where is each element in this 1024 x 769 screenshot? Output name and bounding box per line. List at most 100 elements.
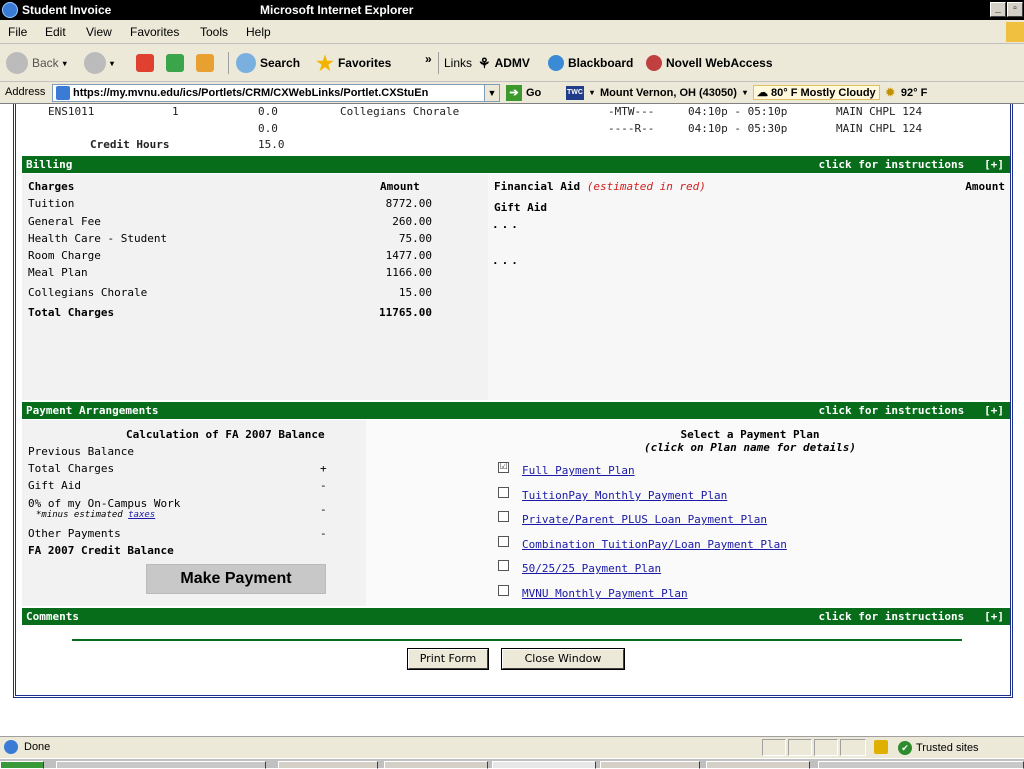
taxes-link[interactable]: taxes [128,510,155,520]
comments-divider [72,639,962,641]
star-icon: ★ [316,52,334,75]
menu-favorites[interactable]: Favorites [130,25,179,39]
charge-name: Meal Plan [28,266,88,279]
link-novell-label: Novell WebAccess [666,56,773,70]
search-button[interactable]: Search [236,52,300,74]
security-zone-label: Trusted sites [916,742,979,754]
menu-file[interactable]: File [8,25,27,39]
status-text: Done [24,741,51,753]
link-admv-label: ADMV [494,56,530,70]
admv-icon: ⚘ [478,54,491,71]
weather-toolbar: TWC ▾ Mount Vernon, OH (43050) ▾ ☁ 80° F… [566,85,927,100]
refresh-button[interactable] [166,52,184,74]
search-icon [236,53,256,73]
charge-name: Health Care - Student [28,232,168,245]
back-button[interactable]: Back ▾ [6,52,67,74]
lock-icon[interactable] [874,740,888,754]
campus-work-sublabel: *minus estimated taxes [36,510,155,520]
home-button[interactable] [196,52,214,74]
security-zone[interactable]: ✔ Trusted sites [898,741,979,755]
restore-button[interactable]: ▫ [1007,2,1023,17]
financial-aid-label: Financial Aid (estimated in red) [494,180,706,193]
refresh-icon [166,54,184,72]
credit-hours-label: Credit Hours [90,138,170,151]
charge-name: Room Charge [28,249,101,262]
charge-amount: 8772.00 [385,197,432,210]
course-days: -MTW--- [608,105,655,118]
credit-hours-value: 15.0 [258,138,285,151]
comments-expand-toggle[interactable]: [+] [984,610,1004,623]
weather-location[interactable]: Mount Vernon, OH (43050) [600,87,737,99]
plan-link[interactable]: Full Payment Plan [522,464,635,477]
plan-link[interactable]: Private/Parent PLUS Loan Payment Plan [522,513,767,526]
address-input[interactable]: https://my.mvnu.edu/ics/Portlets/CRM/CXW… [52,84,496,102]
address-bar: Address https://my.mvnu.edu/ics/Portlets… [0,82,1024,104]
print-form-button[interactable]: Print Form [407,648,489,670]
payment-expand-toggle[interactable]: [+] [984,404,1004,417]
billing-instructions-link[interactable]: click for instructions [+] [819,158,1004,171]
plan-checkbox[interactable] [498,487,509,498]
close-window-button[interactable]: Close Window [501,648,625,670]
page-icon [56,86,70,100]
favorites-label: Favorites [337,56,392,70]
plan-title: Select a Payment Plan [680,428,820,441]
course-days-2: ----R-- [608,122,655,135]
plan-link[interactable]: MVNU Monthly Payment Plan [522,587,688,600]
back-label: Back [32,56,59,70]
total-charges-label: Total Charges [28,306,115,319]
menu-edit[interactable]: Edit [45,25,66,39]
charge-amount: 1166.00 [385,266,432,279]
sun-icon: ✹ [885,87,895,99]
plan-checkbox[interactable] [498,560,509,571]
comments-title: Comments [26,610,79,623]
toolbar-overflow[interactable]: » [425,48,432,70]
address-url: https://my.mvnu.edu/ics/Portlets/CRM/CXW… [73,87,429,99]
payment-header: Payment Arrangements click for instructi… [22,402,1010,419]
link-blackboard-label: Blackboard [568,56,634,70]
menu-help[interactable]: Help [246,25,271,39]
course-title: Collegians Chorale [340,105,460,118]
status-bar: Done ✔ Trusted sites [0,736,1024,758]
window-title: Student Invoice [22,3,112,17]
link-blackboard[interactable]: Blackboard [548,52,633,74]
plan-checkbox[interactable] [498,585,509,596]
billing-expand-toggle[interactable]: [+] [984,158,1004,171]
plan-link[interactable]: Combination TuitionPay/Loan Payment Plan [522,538,787,551]
payment-instructions-link[interactable]: click for instructions [+] [819,404,1004,417]
current-weather[interactable]: ☁ 80° F Mostly Cloudy [752,85,880,100]
financial-aid-title: Financial Aid [494,180,581,193]
forward-button[interactable]: ▾ [84,52,114,74]
payment-title: Payment Arrangements [26,404,159,417]
plan-link[interactable]: TuitionPay Monthly Payment Plan [522,489,727,502]
high-temp[interactable]: 92° F [901,87,927,99]
make-payment-button[interactable]: Make Payment [146,564,326,594]
comments-instructions-label: click for instructions [818,610,965,623]
address-dropdown-icon[interactable]: ▼ [484,84,500,102]
billing-instructions-label: click for instructions [818,158,965,171]
plan-link[interactable]: 50/25/25 Payment Plan [522,562,661,575]
minimize-button[interactable]: _ [990,2,1006,17]
charge-amount: 75.00 [398,232,432,245]
location-dropdown-icon[interactable]: ▾ [590,88,594,97]
windows-flag-icon [1006,22,1024,42]
stop-button[interactable] [136,52,154,74]
forward-arrow-icon [84,52,106,74]
menu-bar: File Edit View Favorites Tools Help [0,20,1024,44]
comments-instructions-link[interactable]: click for instructions [+] [819,610,1004,623]
link-admv[interactable]: ⚘ ADMV [478,52,530,74]
gift-aid-ellipsis: ... [492,218,521,231]
plan-checkbox-checked[interactable]: ☑ [498,462,509,473]
link-novell[interactable]: Novell WebAccess [646,52,773,74]
taskbar [0,758,1024,769]
location-chevron-icon[interactable]: ▾ [743,88,747,97]
go-button[interactable]: ➔ Go [506,85,541,101]
menu-view[interactable]: View [86,25,112,39]
comments-header: Comments click for instructions [+] [22,608,1010,625]
plan-checkbox[interactable] [498,536,509,547]
credit-balance-label: FA 2007 Credit Balance [28,544,174,557]
favorites-button[interactable]: ★ Favorites [316,52,392,75]
plan-checkbox[interactable] [498,511,509,522]
menu-tools[interactable]: Tools [200,25,228,39]
charge-amount: 15.00 [398,286,432,299]
home-icon [196,54,214,72]
